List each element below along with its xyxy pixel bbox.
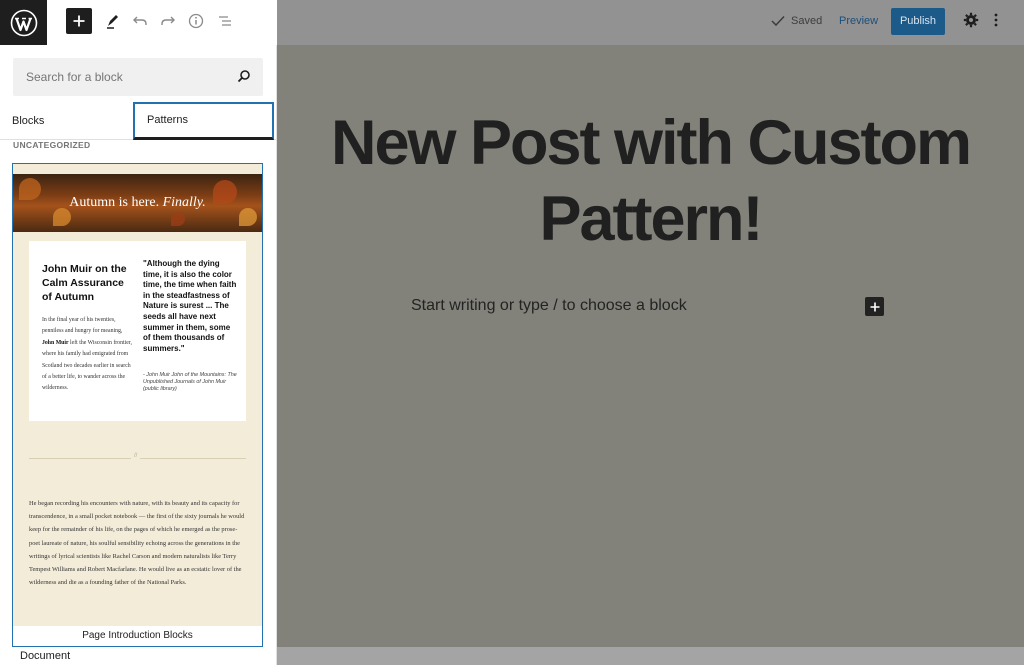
editor-canvas: New Post with Custom Pattern! Start writ… <box>277 45 1024 665</box>
list-view-icon <box>217 13 233 29</box>
editor-footer <box>277 647 1024 665</box>
pattern-hero-heading: Autumn is here. Finally. <box>69 195 206 211</box>
saved-status: Saved <box>771 15 822 27</box>
wordpress-icon <box>10 9 38 37</box>
search-placeholder: Search for a block <box>26 70 123 84</box>
redo-icon <box>160 13 176 29</box>
pattern-category-heading: UNCATEGORIZED <box>13 140 90 150</box>
pattern-title-label: Page Introduction Blocks <box>13 626 262 647</box>
pattern-story-paragraph: He began recording his encounters with n… <box>29 497 248 589</box>
tab-patterns[interactable]: Patterns <box>133 102 274 140</box>
tools-button[interactable] <box>103 11 123 31</box>
pattern-separator-mark: // <box>131 453 140 459</box>
block-placeholder[interactable]: Start writing or type / to choose a bloc… <box>411 297 687 315</box>
pattern-intro-title: John Muir on the Calm Assurance of Autum… <box>42 262 134 304</box>
inline-add-block-button[interactable] <box>865 297 884 316</box>
settings-button[interactable] <box>963 12 979 33</box>
editor-header: Saved Preview Publish <box>277 0 1024 45</box>
inserter-tabs: Blocks Patterns <box>0 102 277 140</box>
info-icon <box>188 13 204 29</box>
more-vertical-icon <box>993 12 999 28</box>
block-inserter-panel: Search for a block Blocks Patterns UNCAT… <box>0 45 277 665</box>
undo-button[interactable] <box>130 11 150 31</box>
preview-button[interactable]: Preview <box>839 15 878 27</box>
add-block-button[interactable] <box>66 8 92 34</box>
block-search-input[interactable]: Search for a block <box>13 58 263 96</box>
tab-blocks[interactable]: Blocks <box>12 102 44 140</box>
saved-label: Saved <box>791 15 822 27</box>
publish-button[interactable]: Publish <box>891 8 945 35</box>
pattern-intro-box: John Muir on the Calm Assurance of Autum… <box>29 241 246 421</box>
post-title[interactable]: New Post with Custom Pattern! <box>287 105 1014 257</box>
details-button[interactable] <box>186 11 206 31</box>
checkmark-icon <box>771 15 785 27</box>
more-options-button[interactable] <box>993 12 999 33</box>
editor-toolbar <box>47 0 277 45</box>
pattern-intro-body: In the final year of his twenties, penni… <box>42 315 134 395</box>
pencil-icon <box>105 13 121 29</box>
plus-icon <box>73 15 85 27</box>
pattern-hero-image: Autumn is here. Finally. <box>13 174 262 232</box>
list-view-button[interactable] <box>215 11 235 31</box>
redo-button[interactable] <box>158 11 178 31</box>
wordpress-logo[interactable] <box>0 0 47 45</box>
pattern-quote: "Although the dying time, it is also the… <box>143 259 237 354</box>
gear-icon <box>963 12 979 28</box>
plus-icon <box>870 302 880 312</box>
pattern-citation: - John Muir John of the Mountains: The U… <box>143 372 237 393</box>
pattern-preview-page-introduction[interactable]: Autumn is here. Finally. John Muir on th… <box>12 163 263 647</box>
search-icon <box>237 69 251 88</box>
document-breadcrumb[interactable]: Document <box>20 650 70 662</box>
undo-icon <box>132 13 148 29</box>
